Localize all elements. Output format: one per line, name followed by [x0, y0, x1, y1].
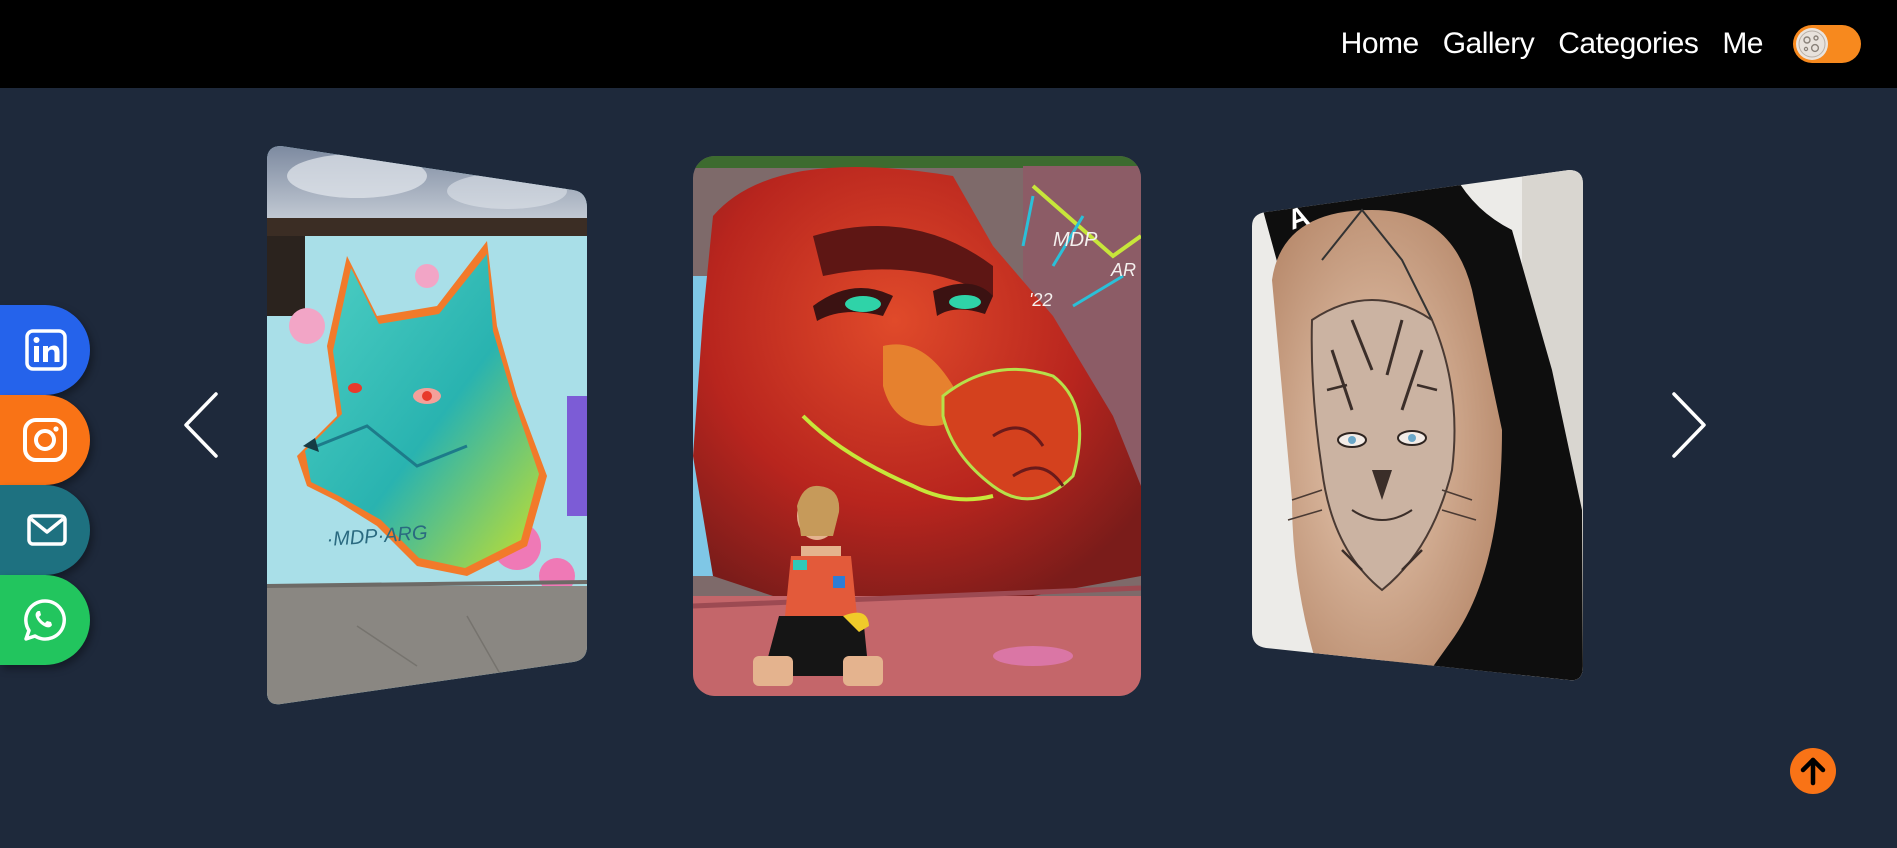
carousel-slide-wolf-mural[interactable]: ·MDP·ARG	[267, 146, 587, 706]
carousel-prev-button[interactable]	[180, 390, 220, 465]
svg-text:'22: '22	[1029, 290, 1052, 310]
image-carousel: ·MDP·ARG MDP AR '22 A	[0, 88, 1897, 848]
svg-text:MDP: MDP	[1053, 229, 1098, 251]
moon-icon	[1796, 28, 1828, 60]
main-nav: Home Gallery Categories Me	[1341, 0, 1861, 88]
nav-categories[interactable]: Categories	[1558, 27, 1699, 61]
carousel-slide-tiger-tattoo[interactable]: A	[1252, 170, 1583, 682]
back-to-top-button[interactable]	[1790, 748, 1836, 794]
carousel-slide-gorilla-mural[interactable]: MDP AR '22	[693, 156, 1141, 696]
carousel-next-button[interactable]	[1670, 390, 1710, 465]
theme-toggle[interactable]	[1793, 25, 1861, 63]
nav-gallery[interactable]: Gallery	[1443, 27, 1535, 61]
chevron-left-icon	[184, 392, 218, 458]
top-navbar: Home Gallery Categories Me	[0, 0, 1897, 88]
arrow-up-icon	[1800, 757, 1826, 786]
nav-home[interactable]: Home	[1341, 27, 1420, 61]
chevron-right-icon	[1672, 392, 1706, 458]
svg-text:AR: AR	[1110, 260, 1136, 280]
nav-me[interactable]: Me	[1722, 27, 1763, 61]
